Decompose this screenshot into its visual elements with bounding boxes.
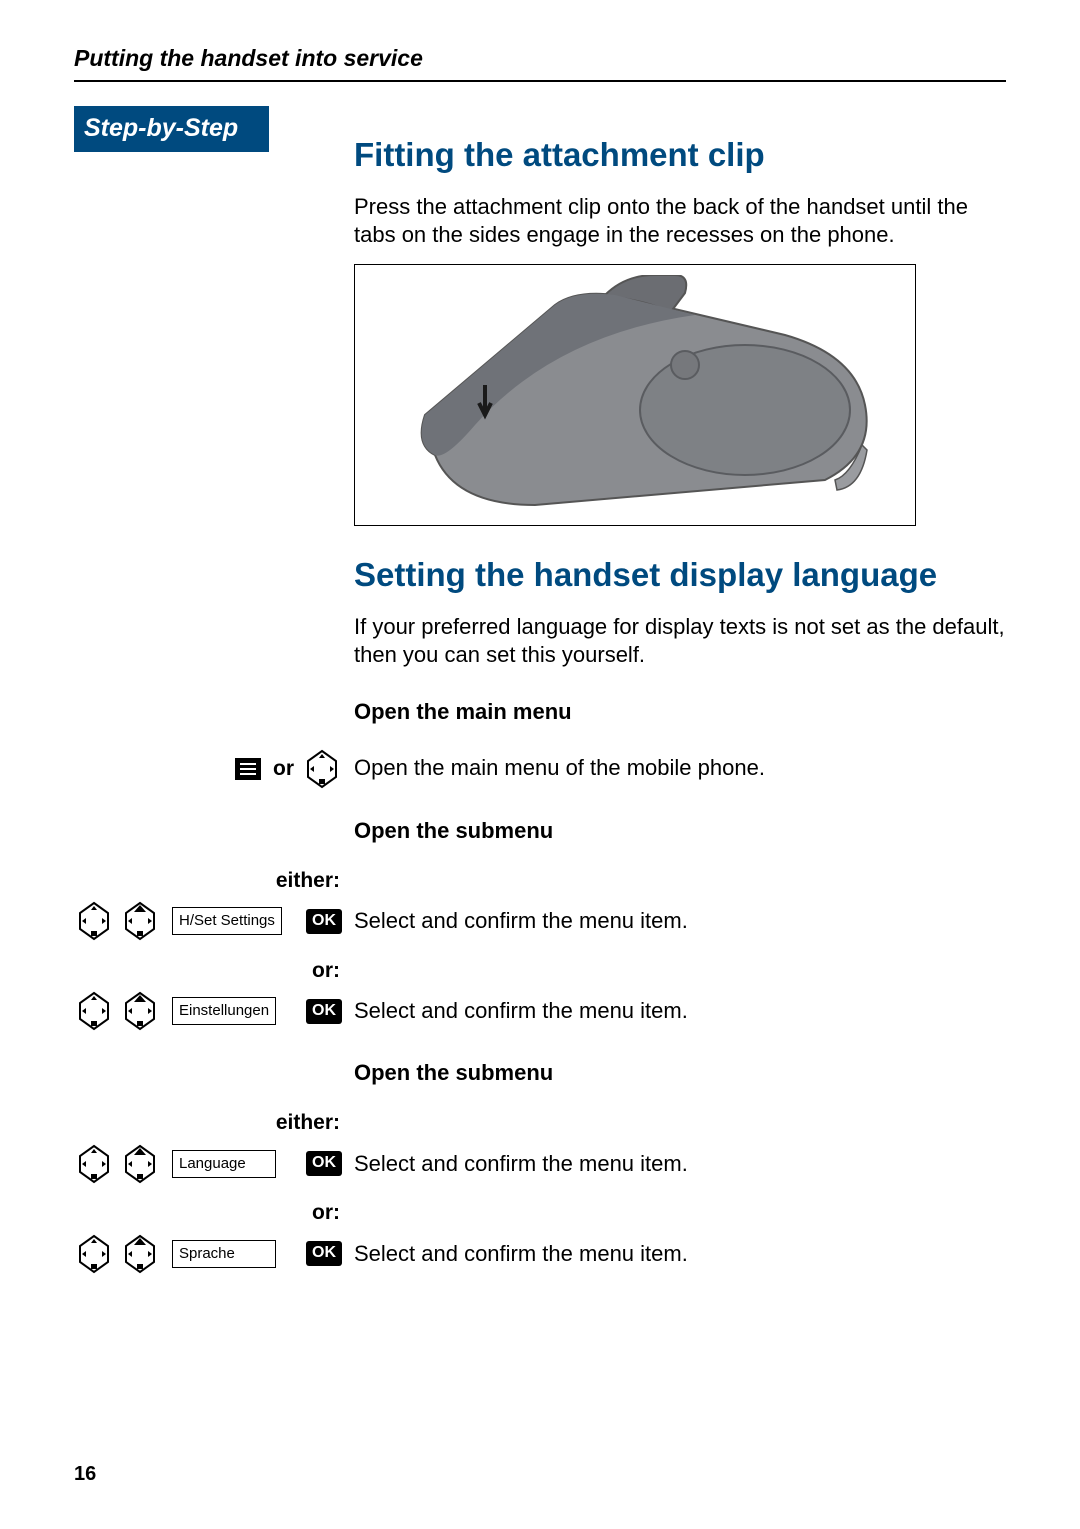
row-einstellungen-text: Select and confirm the menu item. [344,997,1006,1026]
row-sprache: Sprache OK Select and confirm the menu i… [74,1232,1006,1276]
row-language-text: Select and confirm the menu item. [344,1150,1006,1179]
row-hset-text: Select and confirm the menu item. [344,907,1006,936]
language-intro-text: If your preferred language for display t… [354,613,1006,670]
subhead-open-main-menu: Open the main menu [344,698,1006,727]
menu-icon [235,758,261,780]
page-number: 16 [74,1461,96,1487]
navkey-up-icon [120,991,160,1031]
manual-page: Putting the handset into service Step-by… [0,0,1080,1529]
or-label-inline: or [273,755,294,782]
steps-block: Open the main menu or Open the main menu… [74,684,1006,1276]
or-label-1: or: [74,957,342,984]
either-label-1: either: [74,867,342,894]
either-row-1: either: [74,865,1006,895]
or-row-2: or: [74,1198,1006,1228]
ok-badge: OK [306,1151,342,1176]
section-title-fitting: Fitting the attachment clip [354,134,1006,177]
ok-badge: OK [306,999,342,1024]
menu-item-einstellungen: Einstellungen [172,997,276,1025]
subhead-row-open-main: Open the main menu [74,684,1006,735]
or-label-2: or: [74,1199,342,1226]
subhead-open-submenu-1: Open the submenu [344,817,1006,846]
or-row-1: or: [74,955,1006,985]
subhead-row-open-submenu-1: Open the submenu [74,803,1006,854]
navkey-icon [74,991,114,1031]
either-row-2: either: [74,1108,1006,1138]
row-sprache-text: Select and confirm the menu item. [344,1240,1006,1269]
subhead-open-submenu-2: Open the submenu [344,1059,1006,1088]
menu-item-hset: H/Set Settings [172,907,282,935]
either-label-2: either: [74,1109,342,1136]
navkey-icon [302,749,342,789]
navkey-icon [74,1144,114,1184]
ok-badge: OK [306,909,342,934]
navkey-up-icon [120,1144,160,1184]
running-head: Putting the handset into service [74,44,1006,82]
ok-badge: OK [306,1241,342,1266]
handset-figure [354,264,916,526]
handset-clip-icon [375,275,895,515]
fitting-body-text: Press the attachment clip onto the back … [354,193,1006,250]
row-hset-settings: H/Set Settings OK Select and confirm the… [74,899,1006,943]
navkey-icon [74,1234,114,1274]
subhead-row-open-submenu-2: Open the submenu [74,1045,1006,1096]
two-column-layout: Step-by-Step Fitting the attachment clip… [74,106,1006,684]
row-einstellungen: Einstellungen OK Select and confirm the … [74,989,1006,1033]
open-main-menu-row: or Open the main menu of the mobile phon… [74,747,1006,791]
open-main-menu-text: Open the main menu of the mobile phone. [344,754,1006,783]
navkey-up-icon [120,901,160,941]
step-by-step-badge: Step-by-Step [74,106,269,153]
navkey-up-icon [120,1234,160,1274]
navkey-icon [74,901,114,941]
menu-item-language: Language [172,1150,276,1178]
row-language: Language OK Select and confirm the menu … [74,1142,1006,1186]
section-title-language: Setting the handset display language [354,554,1006,597]
menu-item-sprache: Sprache [172,1240,276,1268]
left-column: Step-by-Step [74,106,344,684]
right-column: Fitting the attachment clip Press the at… [344,106,1006,684]
